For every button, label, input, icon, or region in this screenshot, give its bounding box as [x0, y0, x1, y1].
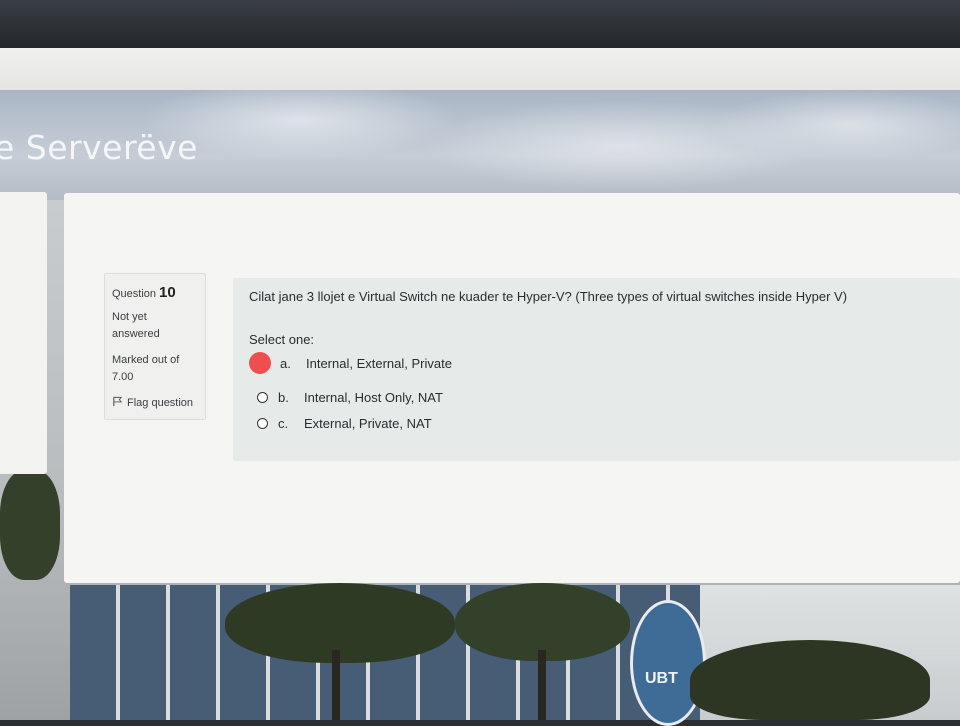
option-letter: b.	[278, 390, 289, 405]
monitor-bezel	[0, 0, 960, 50]
question-state: Not yet answered	[112, 311, 160, 340]
option-text: Internal, External, Private	[306, 355, 452, 371]
university-logo-text: UBT	[645, 670, 678, 687]
university-logo-sign	[630, 600, 706, 726]
tree-trunk	[332, 650, 340, 720]
question-number: Question 10	[112, 284, 176, 301]
question-grade: Marked out of 7.00	[112, 354, 180, 383]
option-letter: c.	[278, 416, 289, 431]
answer-option-b[interactable]: b. Internal, Host Only, NAT	[249, 390, 443, 405]
option-text: Internal, Host Only, NAT	[304, 390, 443, 405]
answer-option-c[interactable]: c. External, Private, NAT	[249, 416, 432, 431]
radio-selected-icon[interactable]	[249, 352, 271, 374]
flag-icon	[112, 396, 123, 410]
radio-icon[interactable]	[257, 392, 268, 403]
option-text: External, Private, NAT	[304, 416, 432, 431]
tree	[690, 640, 930, 720]
option-letter: a.	[280, 355, 291, 371]
answer-option-a[interactable]: a. Internal, External, Private	[249, 352, 452, 374]
flag-question-link[interactable]: Flag question	[112, 396, 193, 410]
flag-question-label: Flag question	[127, 397, 194, 409]
question-text: Cilat jane 3 llojet e Virtual Switch ne …	[249, 289, 848, 304]
tree-trunk	[538, 650, 546, 720]
select-one-prompt: Select one:	[249, 332, 315, 347]
question-label: Question	[112, 288, 157, 300]
question-number-value: 10	[159, 284, 176, 301]
site-navbar	[0, 48, 960, 92]
question-info: Question 10 Not yet answered Marked out o…	[104, 273, 206, 420]
course-title: e Serverëve	[0, 128, 198, 167]
quiz-navigation-block	[0, 192, 47, 474]
tree	[225, 583, 455, 663]
tree-left	[0, 470, 60, 580]
radio-icon[interactable]	[257, 418, 268, 429]
